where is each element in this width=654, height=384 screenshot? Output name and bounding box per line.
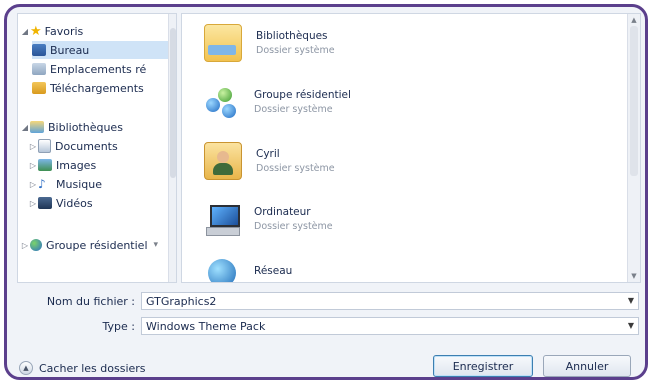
nav-item-label: Téléchargements <box>50 81 144 95</box>
nav-scrollbar-thumb[interactable] <box>170 28 176 178</box>
expand-arrow-icon[interactable]: ▷ <box>20 241 30 250</box>
expand-arrow-icon[interactable]: ◢ <box>20 27 30 36</box>
item-title: Ordinateur <box>254 206 311 218</box>
nav-favorites-label: Favoris <box>44 24 84 38</box>
expand-arrow-icon[interactable]: ▷ <box>28 180 38 189</box>
computer-icon <box>204 201 240 237</box>
nav-scrollbar[interactable] <box>168 14 176 282</box>
libraries-icon <box>30 121 44 133</box>
item-title: Cyril <box>256 148 280 160</box>
item-subtitle: Dossier système <box>254 104 333 115</box>
network-icon <box>204 253 240 282</box>
desktop-icon <box>32 44 46 56</box>
nav-item-documents[interactable]: ▷ Documents <box>28 137 118 155</box>
nav-item-label: Vidéos <box>56 196 93 210</box>
nav-item-label: Bureau <box>50 43 90 57</box>
nav-item-downloads[interactable]: Téléchargements <box>32 79 144 97</box>
filename-input[interactable]: GTGraphics2 ▼ <box>141 292 639 310</box>
content-scrollbar-thumb[interactable] <box>630 26 638 176</box>
user-folder-icon <box>204 142 242 180</box>
list-item[interactable]: Groupe résidentiel Dossier système <box>204 77 351 127</box>
images-icon <box>38 159 52 171</box>
videos-icon <box>38 197 52 209</box>
star-icon: ★ <box>30 23 42 39</box>
filetype-value: Windows Theme Pack <box>146 319 266 333</box>
item-subtitle: Dossier système <box>256 163 335 174</box>
navigation-pane: ◢ ★ Favoris Bureau Emplacements ré Téléc… <box>17 13 177 283</box>
hide-folders-toggle[interactable]: ▲ Cacher les dossiers <box>19 361 146 375</box>
item-title: Bibliothèques <box>256 30 328 42</box>
dropdown-arrow-icon[interactable]: ▼ <box>628 296 634 305</box>
list-item[interactable]: Ordinateur Dossier système <box>204 194 333 244</box>
recent-places-icon <box>32 63 46 75</box>
scroll-down-icon[interactable]: ▼ <box>628 272 640 280</box>
item-subtitle: Dossier système <box>256 45 335 56</box>
nav-item-label: Bibliothèques <box>48 120 123 134</box>
content-pane: Bibliothèques Dossier système Groupe rés… <box>181 13 641 283</box>
nav-item-label: Images <box>56 158 97 172</box>
nav-item-music[interactable]: ▷ ♪ Musique <box>28 175 102 193</box>
save-button[interactable]: Enregistrer <box>433 355 533 377</box>
filename-label: Nom du fichier : <box>46 295 135 308</box>
homegroup-small-icon <box>30 239 42 251</box>
dropdown-arrow-icon[interactable]: ▼ <box>628 321 634 330</box>
nav-item-label: Groupe résidentiel <box>46 238 148 252</box>
filetype-select[interactable]: Windows Theme Pack ▼ <box>141 317 639 335</box>
downloads-icon <box>32 82 46 94</box>
nav-homegroup[interactable]: ▷ Groupe résidentiel ▾ <box>20 236 158 254</box>
nav-item-videos[interactable]: ▷ Vidéos <box>28 194 93 212</box>
nav-item-label: Musique <box>56 177 102 191</box>
nav-libraries[interactable]: ◢ Bibliothèques <box>20 118 123 136</box>
nav-item-bureau[interactable]: Bureau <box>32 41 168 59</box>
item-title: Réseau <box>254 265 293 277</box>
homegroup-icon <box>204 84 240 120</box>
nav-favorites[interactable]: ◢ ★ Favoris <box>20 22 83 40</box>
scroll-up-icon[interactable]: ▲ <box>628 16 640 24</box>
cancel-button[interactable]: Annuler <box>543 355 631 377</box>
filetype-label: Type : <box>102 320 135 333</box>
chevron-up-icon: ▲ <box>19 361 33 375</box>
nav-item-label: Emplacements ré <box>50 62 147 76</box>
expand-arrow-icon[interactable]: ▷ <box>28 142 38 151</box>
content-scrollbar[interactable]: ▲ ▼ <box>627 14 640 282</box>
list-item[interactable]: Réseau <box>204 246 293 282</box>
documents-icon <box>38 139 51 153</box>
list-item[interactable]: Bibliothèques Dossier système <box>204 18 335 68</box>
music-icon: ♪ <box>38 177 46 191</box>
libraries-folder-icon <box>204 24 242 62</box>
nav-item-recent-places[interactable]: Emplacements ré <box>32 60 146 78</box>
list-item[interactable]: Cyril Dossier système <box>204 136 335 186</box>
filename-value: GTGraphics2 <box>146 294 217 308</box>
expand-arrow-icon[interactable]: ◢ <box>20 123 30 132</box>
expand-arrow-icon[interactable]: ▷ <box>28 161 38 170</box>
chevron-down-icon[interactable]: ▾ <box>154 240 159 250</box>
hide-folders-label: Cacher les dossiers <box>39 361 146 375</box>
save-dialog: ◢ ★ Favoris Bureau Emplacements ré Téléc… <box>4 4 648 380</box>
item-subtitle: Dossier système <box>254 221 333 232</box>
nav-item-images[interactable]: ▷ Images <box>28 156 96 174</box>
item-title: Groupe résidentiel <box>254 89 351 101</box>
nav-item-label: Documents <box>55 139 118 153</box>
expand-arrow-icon[interactable]: ▷ <box>28 199 38 208</box>
